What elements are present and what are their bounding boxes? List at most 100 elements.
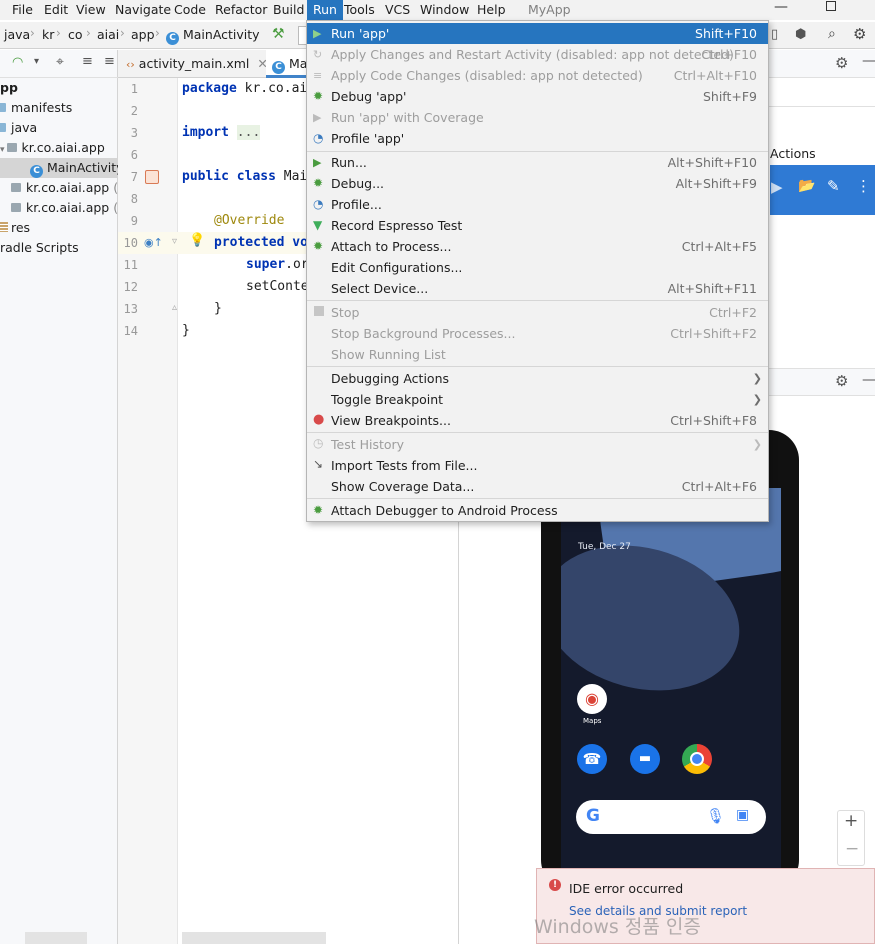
gear-icon[interactable]: ⚙ <box>853 25 866 43</box>
tree-item-gradle-scripts[interactable]: radle Scripts <box>0 240 79 255</box>
menu-item-import-tests[interactable]: ↘ Import Tests from File... <box>307 455 768 476</box>
google-search-bar[interactable]: G 🎙 ▣ <box>576 800 766 834</box>
edit-icon[interactable]: ✎ <box>827 177 840 195</box>
menu-item-run-app[interactable]: ▶ Run 'app' Shift+F10 <box>307 23 768 44</box>
play-icon[interactable]: ▶ <box>771 178 783 196</box>
breadcrumb-mainactivity[interactable]: C MainActivity <box>166 27 260 45</box>
menu-item-stop[interactable]: Stop Ctrl+F2 <box>307 302 768 323</box>
horizontal-scrollbar[interactable] <box>25 932 87 944</box>
fold-icon[interactable]: ▿ <box>172 236 177 247</box>
menu-item-attach-debugger[interactable]: ✹ Attach Debugger to Android Process <box>307 500 768 521</box>
lightbulb-icon[interactable]: 💡 <box>189 233 205 248</box>
activity-gutter-icon[interactable] <box>145 170 159 184</box>
device-manager-icon[interactable]: ▯ <box>771 27 778 42</box>
maps-app-icon[interactable]: ◉ <box>577 684 607 714</box>
menu-vcs[interactable]: VCS <box>379 0 416 20</box>
menu-item-run-with-coverage[interactable]: ▶ Run 'app' with Coverage <box>307 107 768 128</box>
maximize-icon[interactable] <box>826 1 836 11</box>
menu-item-toggle-breakpoint[interactable]: Toggle Breakpoint ❯ <box>307 389 768 410</box>
menu-window[interactable]: Window <box>414 0 475 20</box>
chevron-down-icon: ▾ <box>0 145 5 155</box>
horizontal-scrollbar[interactable] <box>182 932 326 944</box>
locate-icon[interactable]: ⌖ <box>56 54 64 70</box>
tree-item-res[interactable]: res <box>0 220 30 235</box>
folder-open-icon[interactable]: 📂 <box>798 178 815 194</box>
menu-item-shortcut: Shift+F9 <box>702 89 757 104</box>
menu-help[interactable]: Help <box>471 0 512 20</box>
selected-row[interactable]: ▶ 📂 ✎ ⋮ <box>770 165 875 215</box>
menu-item-apply-changes-restart[interactable]: ↻ Apply Changes and Restart Activity (dis… <box>307 44 768 65</box>
chevron-right-icon: ❯ <box>752 393 762 406</box>
coverage-icon: ▶ <box>313 111 322 124</box>
menu-item-debugging-actions[interactable]: Debugging Actions ❯ <box>307 368 768 389</box>
minimize-icon[interactable]: — <box>862 372 875 388</box>
gear-icon[interactable]: ⚙ <box>835 54 848 72</box>
tree-item-mainactivity[interactable]: C MainActivity <box>0 158 124 178</box>
android-icon[interactable]: ◠ <box>12 55 23 70</box>
tab-activity-main-xml[interactable]: ‹› activity_main.xml ✕ <box>126 56 268 71</box>
menu-item-attach-to-process[interactable]: ✹ Attach to Process... Ctrl+Alt+F5 <box>307 236 768 257</box>
menu-item-show-coverage-data[interactable]: Show Coverage Data... Ctrl+Alt+F6 <box>307 476 768 497</box>
phone-app-icon[interactable]: ☎ <box>577 744 607 774</box>
menu-item-show-running-list[interactable]: Show Running List <box>307 344 768 365</box>
collapse-icon[interactable]: ≡ <box>82 54 93 69</box>
breadcrumb-co[interactable]: co <box>68 27 83 42</box>
menu-item-edit-configurations[interactable]: Edit Configurations... <box>307 257 768 278</box>
mic-icon[interactable]: 🎙 <box>706 807 725 825</box>
menu-item-record-espresso[interactable]: ▼ Record Espresso Test <box>307 215 768 236</box>
line-number: 14 <box>123 324 138 338</box>
menu-refactor[interactable]: Refactor <box>209 0 273 20</box>
code-fold[interactable]: ... <box>236 125 261 140</box>
breadcrumb-separator-icon: › <box>120 26 125 40</box>
more-icon[interactable]: ⋮ <box>856 177 871 195</box>
minimize-icon[interactable]: — <box>862 53 875 69</box>
tree-root-app[interactable]: pp <box>0 80 18 95</box>
zoom-out-icon[interactable]: − <box>845 839 859 859</box>
menu-edit[interactable]: Edit <box>38 0 74 20</box>
menu-item-apply-code-changes[interactable]: ≡ Apply Code Changes (disabled: app not d… <box>307 65 768 86</box>
tree-item-package[interactable]: ▾ kr.co.aiai.app <box>0 140 105 155</box>
chevron-down-icon[interactable]: ▾ <box>34 56 39 67</box>
expand-icon[interactable]: ≡ <box>104 54 115 69</box>
messages-app-icon[interactable]: ▬ <box>630 744 660 774</box>
menu-item-view-breakpoints[interactable]: ● View Breakpoints... Ctrl+Shift+F8 <box>307 410 768 431</box>
breadcrumb-java[interactable]: java <box>4 27 30 42</box>
breadcrumb-kr[interactable]: kr <box>42 27 54 42</box>
gear-icon[interactable]: ⚙ <box>835 372 848 390</box>
camera-icon[interactable]: ▣ <box>736 807 749 823</box>
emulator-screen[interactable]: Tue, Dec 27 ◉ Maps ☎ ▬ G 🎙 ▣ <box>561 488 781 888</box>
menu-item-run[interactable]: ▶ Run... Alt+Shift+F10 <box>307 152 768 173</box>
hammer-icon[interactable]: ⚒ <box>272 26 285 42</box>
chevron-right-icon: ❯ <box>752 372 762 385</box>
sdk-manager-icon[interactable]: ⬢ <box>795 27 806 42</box>
breadcrumb-app[interactable]: app <box>131 27 155 42</box>
menu-tools[interactable]: Tools <box>338 0 381 20</box>
tab-label: Ma <box>288 56 308 71</box>
menu-item-debug-app[interactable]: ✹ Debug 'app' Shift+F9 <box>307 86 768 107</box>
breadcrumb-separator-icon: › <box>86 26 91 40</box>
tree-item-java[interactable]: java <box>0 120 37 135</box>
minimize-icon[interactable]: — <box>774 0 788 15</box>
tree-item-package-test[interactable]: kr.co.aiai.app (te <box>11 200 131 215</box>
menu-item-profile[interactable]: ◔ Profile... <box>307 194 768 215</box>
breadcrumb-aiai[interactable]: aiai <box>97 27 119 42</box>
tree-item-package-androidtest[interactable]: kr.co.aiai.app (ar <box>11 180 131 195</box>
code-line-14: } <box>182 323 190 338</box>
fold-icon[interactable]: ▵ <box>172 302 177 313</box>
tree-item-label: res <box>11 220 31 235</box>
menu-item-debug[interactable]: ✹ Debug... Alt+Shift+F9 <box>307 173 768 194</box>
override-gutter-icon[interactable]: ◉↑ <box>144 236 163 249</box>
menu-code[interactable]: Code <box>168 0 212 20</box>
search-icon[interactable]: ⌕ <box>828 26 836 42</box>
chrome-app-icon[interactable] <box>682 744 712 774</box>
zoom-in-icon[interactable]: + <box>844 811 858 831</box>
menu-navigate[interactable]: Navigate <box>109 0 177 20</box>
menu-view[interactable]: View <box>70 0 112 20</box>
menu-file[interactable]: File <box>6 0 39 20</box>
tree-item-manifests[interactable]: manifests <box>0 100 72 115</box>
menu-item-stop-background[interactable]: Stop Background Processes... Ctrl+Shift+F… <box>307 323 768 344</box>
menu-item-select-device[interactable]: Select Device... Alt+Shift+F11 <box>307 278 768 299</box>
menu-item-profile-app[interactable]: ◔ Profile 'app' <box>307 128 768 149</box>
menu-item-test-history[interactable]: ◷ Test History ❯ <box>307 434 768 455</box>
menu-build[interactable]: Build <box>267 0 310 20</box>
